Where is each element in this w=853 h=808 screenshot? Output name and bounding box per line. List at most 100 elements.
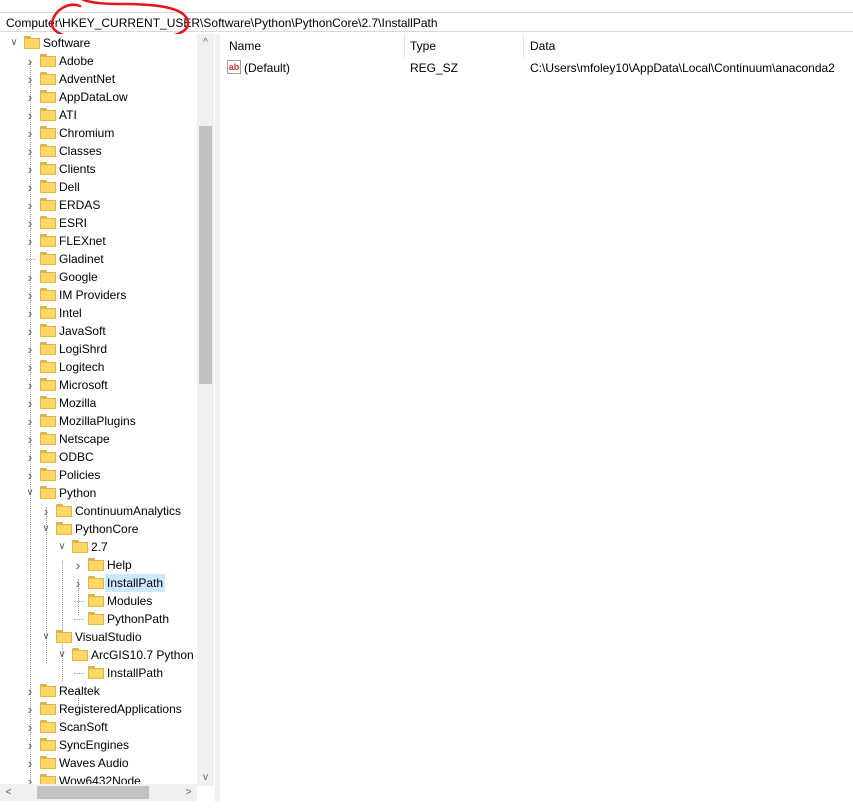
expand-chevron-icon[interactable]: › — [24, 700, 36, 718]
expand-chevron-icon[interactable]: › — [24, 466, 36, 484]
collapse-chevron-icon[interactable]: ∨ — [40, 520, 52, 538]
tree-node-visualstudio[interactable]: ∨ VisualStudio — [0, 628, 215, 646]
tree-node-installpath[interactable]: InstallPath — [0, 664, 215, 682]
vertical-scroll-thumb[interactable] — [199, 126, 212, 384]
tree-node-adventnet[interactable]: › AdventNet — [0, 70, 215, 88]
expand-chevron-icon[interactable]: › — [24, 322, 36, 340]
tree-node-pythonpath[interactable]: PythonPath — [0, 610, 215, 628]
tree-node-arcgis10-7-python-in[interactable]: ∨ ArcGIS10.7 Python In — [0, 646, 215, 664]
tree-node-realtek[interactable]: › Realtek — [0, 682, 215, 700]
expand-chevron-icon[interactable]: › — [24, 394, 36, 412]
tree-node-2-7[interactable]: ∨ 2.7 — [0, 538, 215, 556]
expand-chevron-icon[interactable]: › — [24, 448, 36, 466]
column-header-data[interactable]: Data — [530, 34, 555, 58]
tree-horizontal-scrollbar[interactable]: < > — [0, 784, 197, 801]
expand-chevron-icon[interactable]: › — [24, 682, 36, 700]
tree-node-syncengines[interactable]: › SyncEngines — [0, 736, 215, 754]
expand-chevron-icon[interactable]: › — [24, 88, 36, 106]
tree-node-netscape[interactable]: › Netscape — [0, 430, 215, 448]
expand-chevron-icon[interactable]: › — [72, 574, 84, 592]
expand-chevron-icon[interactable]: › — [24, 106, 36, 124]
collapse-chevron-icon[interactable]: ∨ — [8, 34, 20, 52]
tree-node-gladinet[interactable]: Gladinet — [0, 250, 215, 268]
tree-node-help[interactable]: › Help — [0, 556, 215, 574]
tree-node-clients[interactable]: › Clients — [0, 160, 215, 178]
tree-node-mozillaplugins[interactable]: › MozillaPlugins — [0, 412, 215, 430]
tree-node-ati[interactable]: › ATI — [0, 106, 215, 124]
values-list[interactable]: Name Type Data ab (Default) REG_SZ C:\Us… — [220, 34, 853, 802]
collapse-chevron-icon[interactable]: ∨ — [24, 484, 36, 502]
expand-chevron-icon[interactable]: › — [24, 70, 36, 88]
expand-chevron-icon[interactable]: › — [24, 412, 36, 430]
tree-node-scansoft[interactable]: › ScanSoft — [0, 718, 215, 736]
tree-node-esri[interactable]: › ESRI — [0, 214, 215, 232]
collapse-chevron-icon[interactable]: ∨ — [56, 646, 68, 664]
tree-node-continuumanalytics[interactable]: › ContinuumAnalytics — [0, 502, 215, 520]
tree-connector-line — [26, 259, 36, 260]
folder-icon — [88, 666, 104, 679]
expand-chevron-icon[interactable]: › — [72, 556, 84, 574]
tree-node-dell[interactable]: › Dell — [0, 178, 215, 196]
expand-chevron-icon[interactable]: › — [24, 718, 36, 736]
expand-chevron-icon[interactable]: › — [24, 340, 36, 358]
tree-node-installpath[interactable]: › InstallPath — [0, 574, 215, 592]
tree-node-pythoncore[interactable]: ∨ PythonCore — [0, 520, 215, 538]
expand-chevron-icon[interactable]: › — [24, 268, 36, 286]
scroll-left-arrow-icon[interactable]: < — [0, 784, 17, 801]
tree-node-registeredapplications[interactable]: › RegisteredApplications — [0, 700, 215, 718]
scroll-down-arrow-icon[interactable]: v — [197, 769, 214, 786]
tree-node-mozilla[interactable]: › Mozilla — [0, 394, 215, 412]
tree-node-erdas[interactable]: › ERDAS — [0, 196, 215, 214]
column-header-name[interactable]: Name — [229, 34, 261, 58]
tree-node-software[interactable]: ∨ Software — [0, 34, 215, 52]
value-row[interactable]: ab (Default) REG_SZ C:\Users\mfoley10\Ap… — [220, 58, 853, 78]
column-header-type[interactable]: Type — [410, 34, 436, 58]
column-divider[interactable] — [404, 34, 405, 58]
expand-chevron-icon[interactable]: › — [24, 196, 36, 214]
expand-chevron-icon[interactable]: › — [24, 160, 36, 178]
expand-chevron-icon[interactable]: › — [24, 304, 36, 322]
expand-chevron-icon[interactable]: › — [24, 430, 36, 448]
expand-chevron-icon[interactable]: › — [24, 736, 36, 754]
expand-chevron-icon[interactable]: › — [24, 232, 36, 250]
tree-node-adobe[interactable]: › Adobe — [0, 52, 215, 70]
expand-chevron-icon[interactable]: › — [40, 502, 52, 520]
tree-node-google[interactable]: › Google — [0, 268, 215, 286]
address-path[interactable]: Computer\HKEY_CURRENT_USER\Software\Pyth… — [6, 16, 438, 30]
scroll-up-arrow-icon[interactable]: ^ — [197, 34, 214, 51]
tree-node-modules[interactable]: Modules — [0, 592, 215, 610]
tree-node-label: Google — [59, 270, 98, 284]
expand-chevron-icon[interactable]: › — [24, 124, 36, 142]
tree-node-classes[interactable]: › Classes — [0, 142, 215, 160]
column-divider[interactable] — [523, 34, 524, 58]
tree-node-logishrd[interactable]: › LogiShrd — [0, 340, 215, 358]
tree-node-javasoft[interactable]: › JavaSoft — [0, 322, 215, 340]
tree-vertical-scrollbar[interactable]: ^ v — [197, 34, 214, 786]
collapse-chevron-icon[interactable]: ∨ — [40, 628, 52, 646]
horizontal-scroll-thumb[interactable] — [37, 786, 149, 799]
tree-node-policies[interactable]: › Policies — [0, 466, 215, 484]
expand-chevron-icon[interactable]: › — [24, 142, 36, 160]
tree-node-python[interactable]: ∨ Python — [0, 484, 215, 502]
tree-node-microsoft[interactable]: › Microsoft — [0, 376, 215, 394]
expand-chevron-icon[interactable]: › — [24, 358, 36, 376]
tree-node-logitech[interactable]: › Logitech — [0, 358, 215, 376]
expand-chevron-icon[interactable]: › — [24, 754, 36, 772]
expand-chevron-icon[interactable]: › — [24, 52, 36, 70]
collapse-chevron-icon[interactable]: ∨ — [56, 538, 68, 556]
expand-chevron-icon[interactable]: › — [24, 178, 36, 196]
tree-node-chromium[interactable]: › Chromium — [0, 124, 215, 142]
address-bar[interactable]: Computer\HKEY_CURRENT_USER\Software\Pyth… — [0, 12, 853, 32]
folder-icon — [40, 126, 56, 139]
expand-chevron-icon[interactable]: › — [24, 376, 36, 394]
expand-chevron-icon[interactable]: › — [24, 214, 36, 232]
tree-node-appdatalow[interactable]: › AppDataLow — [0, 88, 215, 106]
registry-tree[interactable]: ∨ Software › Adobe › AdventNet › AppDataLow › ATI… — [0, 34, 215, 802]
tree-node-odbc[interactable]: › ODBC — [0, 448, 215, 466]
tree-node-flexnet[interactable]: › FLEXnet — [0, 232, 215, 250]
expand-chevron-icon[interactable]: › — [24, 286, 36, 304]
scroll-right-arrow-icon[interactable]: > — [180, 784, 197, 801]
tree-node-im-providers[interactable]: › IM Providers — [0, 286, 215, 304]
tree-node-waves-audio[interactable]: › Waves Audio — [0, 754, 215, 772]
tree-node-intel[interactable]: › Intel — [0, 304, 215, 322]
